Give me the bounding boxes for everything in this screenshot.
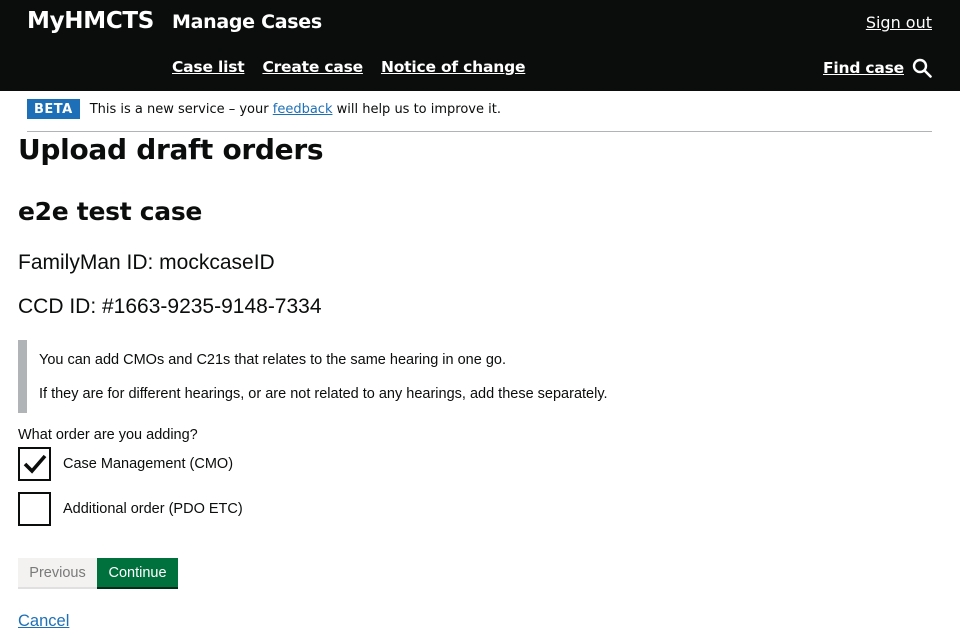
cancel-link[interactable]: Cancel [18,612,69,631]
sign-out-link[interactable]: Sign out [866,13,932,32]
case-name: e2e test case [18,197,203,226]
cmo-checkbox[interactable] [18,447,51,481]
search-icon[interactable] [912,58,932,78]
find-case-link[interactable]: Find case [823,59,904,77]
inset-line-2: If they are for different hearings, or a… [39,386,608,402]
brand-logo[interactable]: MyHMCTS [27,8,154,34]
feedback-link[interactable]: feedback [273,102,333,117]
nav-case-list[interactable]: Case list [172,58,245,76]
continue-button[interactable]: Continue [97,558,178,589]
beta-tag: BETA [27,99,80,119]
checkmark-icon [23,454,47,474]
option-additional[interactable]: Additional order (PDO ETC) [18,492,243,526]
additional-order-label[interactable]: Additional order (PDO ETC) [63,501,243,517]
service-name[interactable]: Manage Cases [172,11,322,33]
divider [27,131,932,132]
order-question: What order are you adding? [18,427,198,443]
primary-nav: Case list Create case Notice of change [172,58,543,76]
inset-text: You can add CMOs and C21s that relates t… [18,340,608,413]
previous-button[interactable]: Previous [18,558,97,589]
additional-order-checkbox[interactable] [18,492,51,526]
find-case[interactable]: Find case [823,58,932,78]
ccd-id: CCD ID: #1663-9235-9148-7334 [18,295,322,318]
familyman-id: FamilyMan ID: mockcaseID [18,251,275,274]
phase-banner: BETA This is a new service – your feedba… [27,99,501,119]
cmo-label[interactable]: Case Management (CMO) [63,456,233,472]
nav-notice-of-change[interactable]: Notice of change [381,58,526,76]
beta-text: This is a new service – your feedback wi… [89,101,501,117]
option-cmo[interactable]: Case Management (CMO) [18,447,233,481]
inset-line-1: You can add CMOs and C21s that relates t… [39,352,506,368]
page-title: Upload draft orders [18,133,324,166]
nav-create-case[interactable]: Create case [262,58,363,76]
header: MyHMCTS Manage Cases Sign out Case list … [0,0,960,91]
